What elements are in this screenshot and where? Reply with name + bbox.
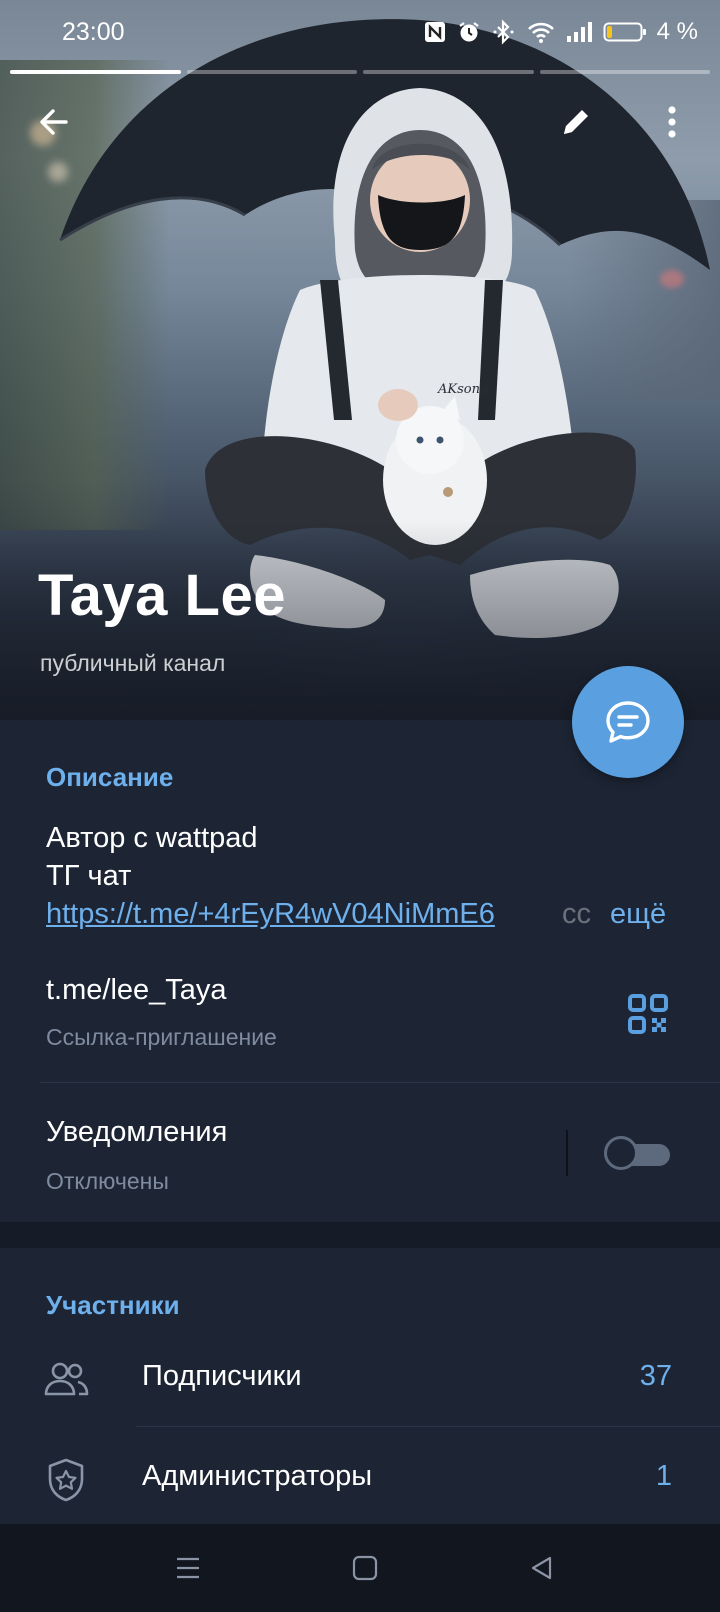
notifications-title: Уведомления [46, 1116, 228, 1148]
status-time: 23:00 [62, 18, 125, 46]
top-action-bar [0, 96, 720, 148]
nfc-icon [424, 22, 445, 42]
section-gap [0, 1222, 720, 1248]
invite-link: t.me/lee_Taya [46, 974, 227, 1006]
home-button[interactable] [345, 1548, 385, 1588]
signal-icon [566, 22, 592, 42]
edit-button[interactable] [550, 96, 602, 148]
notifications-state: Отключены [46, 1168, 169, 1194]
battery-percent: 4 % [656, 18, 698, 45]
subscribers-count: 37 [639, 1360, 672, 1392]
description-line: ТГ чат [46, 860, 132, 892]
story-segment [186, 70, 357, 74]
pencil-icon [564, 110, 588, 134]
square-icon [352, 1555, 378, 1581]
description-section-title: Описание [46, 762, 174, 792]
description-line: Автор с wattpad [46, 822, 258, 854]
description-truncated-text: сс [562, 898, 591, 930]
invite-link-label: Ссылка-приглашение [46, 1024, 277, 1050]
administrators-row[interactable]: Администраторы 1 [0, 1426, 720, 1526]
back-button[interactable] [28, 96, 80, 148]
recents-button[interactable] [168, 1548, 208, 1588]
status-bar: 23:00 4 % [0, 0, 720, 66]
channel-name: Taya Lee [38, 563, 286, 628]
subscribers-label: Подписчики [142, 1360, 302, 1392]
members-section-title: Участники [46, 1290, 180, 1320]
back-nav-button[interactable] [522, 1548, 562, 1588]
show-more-link[interactable]: ещё [610, 898, 666, 931]
alarm-icon [458, 22, 479, 42]
shield-star-icon [48, 1458, 84, 1502]
users-icon [44, 1362, 89, 1396]
system-navigation-bar [0, 1524, 720, 1612]
story-progress [10, 70, 710, 74]
more-vertical-icon [668, 106, 676, 138]
open-chat-button[interactable] [572, 666, 684, 778]
bluetooth-icon [493, 19, 514, 45]
more-menu-button[interactable] [646, 96, 698, 148]
notifications-toggle[interactable] [604, 1136, 672, 1170]
battery-icon [603, 22, 646, 42]
arrow-left-icon [40, 109, 68, 135]
story-segment [363, 70, 534, 74]
administrators-label: Администраторы [142, 1460, 373, 1492]
story-segment [539, 70, 710, 74]
qr-code-icon[interactable] [628, 994, 668, 1034]
divider [40, 1082, 720, 1083]
channel-type: публичный канал [40, 650, 226, 676]
chat-bubble-icon [606, 701, 650, 743]
row-separator [566, 1130, 568, 1176]
story-segment [10, 70, 181, 74]
administrators-count: 1 [655, 1460, 672, 1492]
description-link[interactable]: https://t.me/+4rEyR4wV04NiMmE6 [46, 898, 495, 931]
menu-lines-icon [177, 1557, 199, 1579]
svg-text:AKsong: AKsong [437, 382, 488, 397]
triangle-back-icon [531, 1556, 552, 1580]
wifi-icon [527, 22, 554, 43]
subscribers-row[interactable]: Подписчики 37 [0, 1326, 720, 1426]
